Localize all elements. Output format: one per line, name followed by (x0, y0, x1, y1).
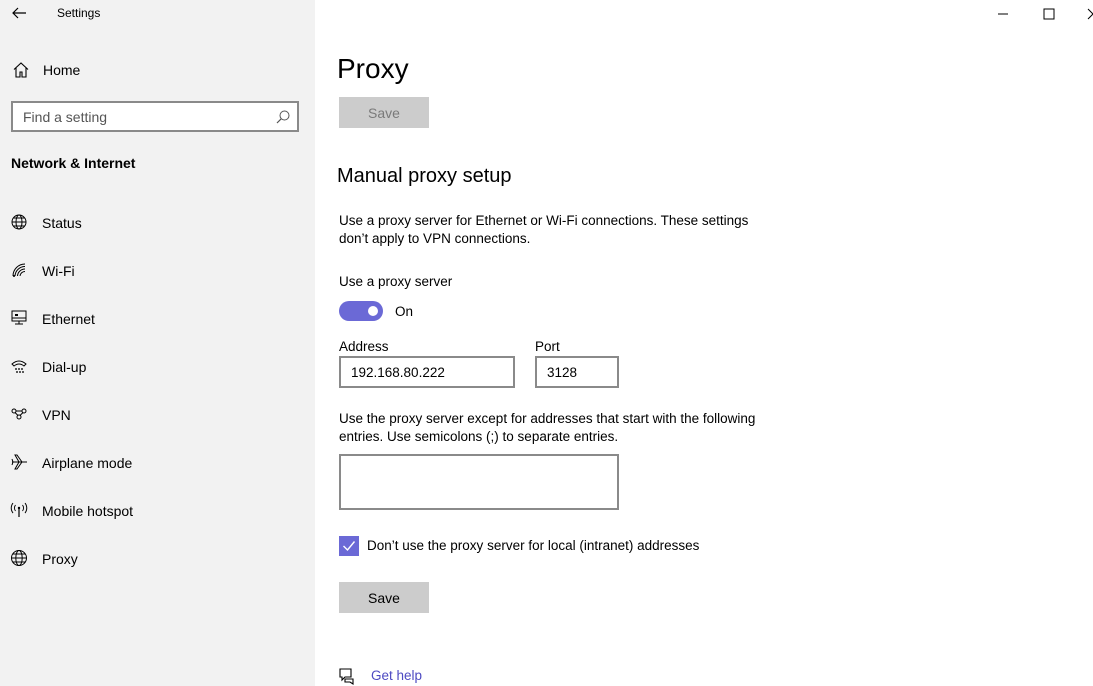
toggle-knob (368, 306, 378, 316)
save-button[interactable]: Save (339, 582, 429, 613)
manual-proxy-description: Use a proxy server for Ethernet or Wi-Fi… (339, 213, 749, 246)
manual-proxy-heading: Manual proxy setup (337, 165, 512, 187)
checkmark-icon (343, 541, 356, 552)
globe-status-icon (11, 214, 27, 230)
get-help-label: Get help (371, 668, 423, 683)
address-label: Address (339, 339, 389, 354)
port-label: Port (535, 339, 560, 354)
sidebar-item-ethernet[interactable]: Ethernet (0, 302, 315, 350)
back-arrow-icon (12, 7, 26, 19)
dialup-icon (11, 360, 27, 373)
sidebar-item-dialup[interactable]: Dial-up (0, 350, 315, 398)
search-box[interactable] (11, 101, 299, 132)
use-proxy-toggle[interactable] (339, 301, 383, 321)
sidebar-item-label: Wi-Fi (42, 263, 75, 279)
vpn-icon (11, 408, 27, 420)
main-content: Proxy Save Manual proxy setup Use a prox… (315, 0, 1093, 686)
sidebar-item-label: Dial-up (42, 359, 87, 375)
exceptions-field[interactable] (341, 456, 617, 508)
sidebar-item-vpn[interactable]: VPN (0, 398, 315, 446)
sidebar-item-airplane[interactable]: Airplane mode (0, 446, 315, 494)
sidebar: Settings Home Network & Internet Status … (0, 0, 315, 686)
save-button-top[interactable]: Save (339, 97, 429, 128)
app-title: Settings (57, 6, 101, 20)
port-field-box (535, 356, 619, 388)
section-title: Network & Internet (11, 155, 136, 171)
globe-icon (11, 550, 27, 566)
sidebar-item-label: Airplane mode (42, 455, 133, 471)
port-field[interactable] (537, 358, 617, 386)
toggle-state-label: On (395, 304, 414, 319)
airplane-icon (11, 454, 27, 470)
address-field-box (339, 356, 515, 388)
nav-home-label: Home (43, 62, 81, 78)
exceptions-description: Use the proxy server except for addresse… (339, 411, 756, 444)
sidebar-item-label: VPN (42, 407, 71, 423)
exceptions-field-box (339, 454, 619, 510)
home-icon (13, 62, 29, 78)
search-icon[interactable] (275, 109, 291, 125)
local-bypass-label: Don’t use the proxy server for local (in… (367, 538, 700, 553)
help-chat-icon (339, 668, 354, 686)
hotspot-icon (10, 502, 28, 517)
local-bypass-checkbox[interactable] (339, 536, 359, 556)
nav-list: Status Wi-Fi Ethernet Dial-up VPN Airpla… (0, 206, 315, 590)
sidebar-item-wifi[interactable]: Wi-Fi (0, 254, 315, 302)
sidebar-item-label: Mobile hotspot (42, 503, 134, 519)
sidebar-item-hotspot[interactable]: Mobile hotspot (0, 494, 315, 542)
nav-home[interactable]: Home (0, 56, 315, 86)
sidebar-item-proxy[interactable]: Proxy (0, 542, 315, 590)
ethernet-icon (11, 310, 27, 325)
wifi-icon (12, 263, 26, 277)
sidebar-item-status[interactable]: Status (0, 206, 315, 254)
address-field[interactable] (341, 358, 513, 386)
sidebar-item-label: Ethernet (42, 311, 95, 327)
sidebar-item-label: Status (42, 215, 82, 231)
use-proxy-label: Use a proxy server (339, 274, 453, 289)
page-title: Proxy (337, 53, 409, 84)
search-input[interactable] (13, 103, 268, 130)
sidebar-item-label: Proxy (42, 551, 78, 567)
back-button[interactable] (9, 4, 29, 22)
